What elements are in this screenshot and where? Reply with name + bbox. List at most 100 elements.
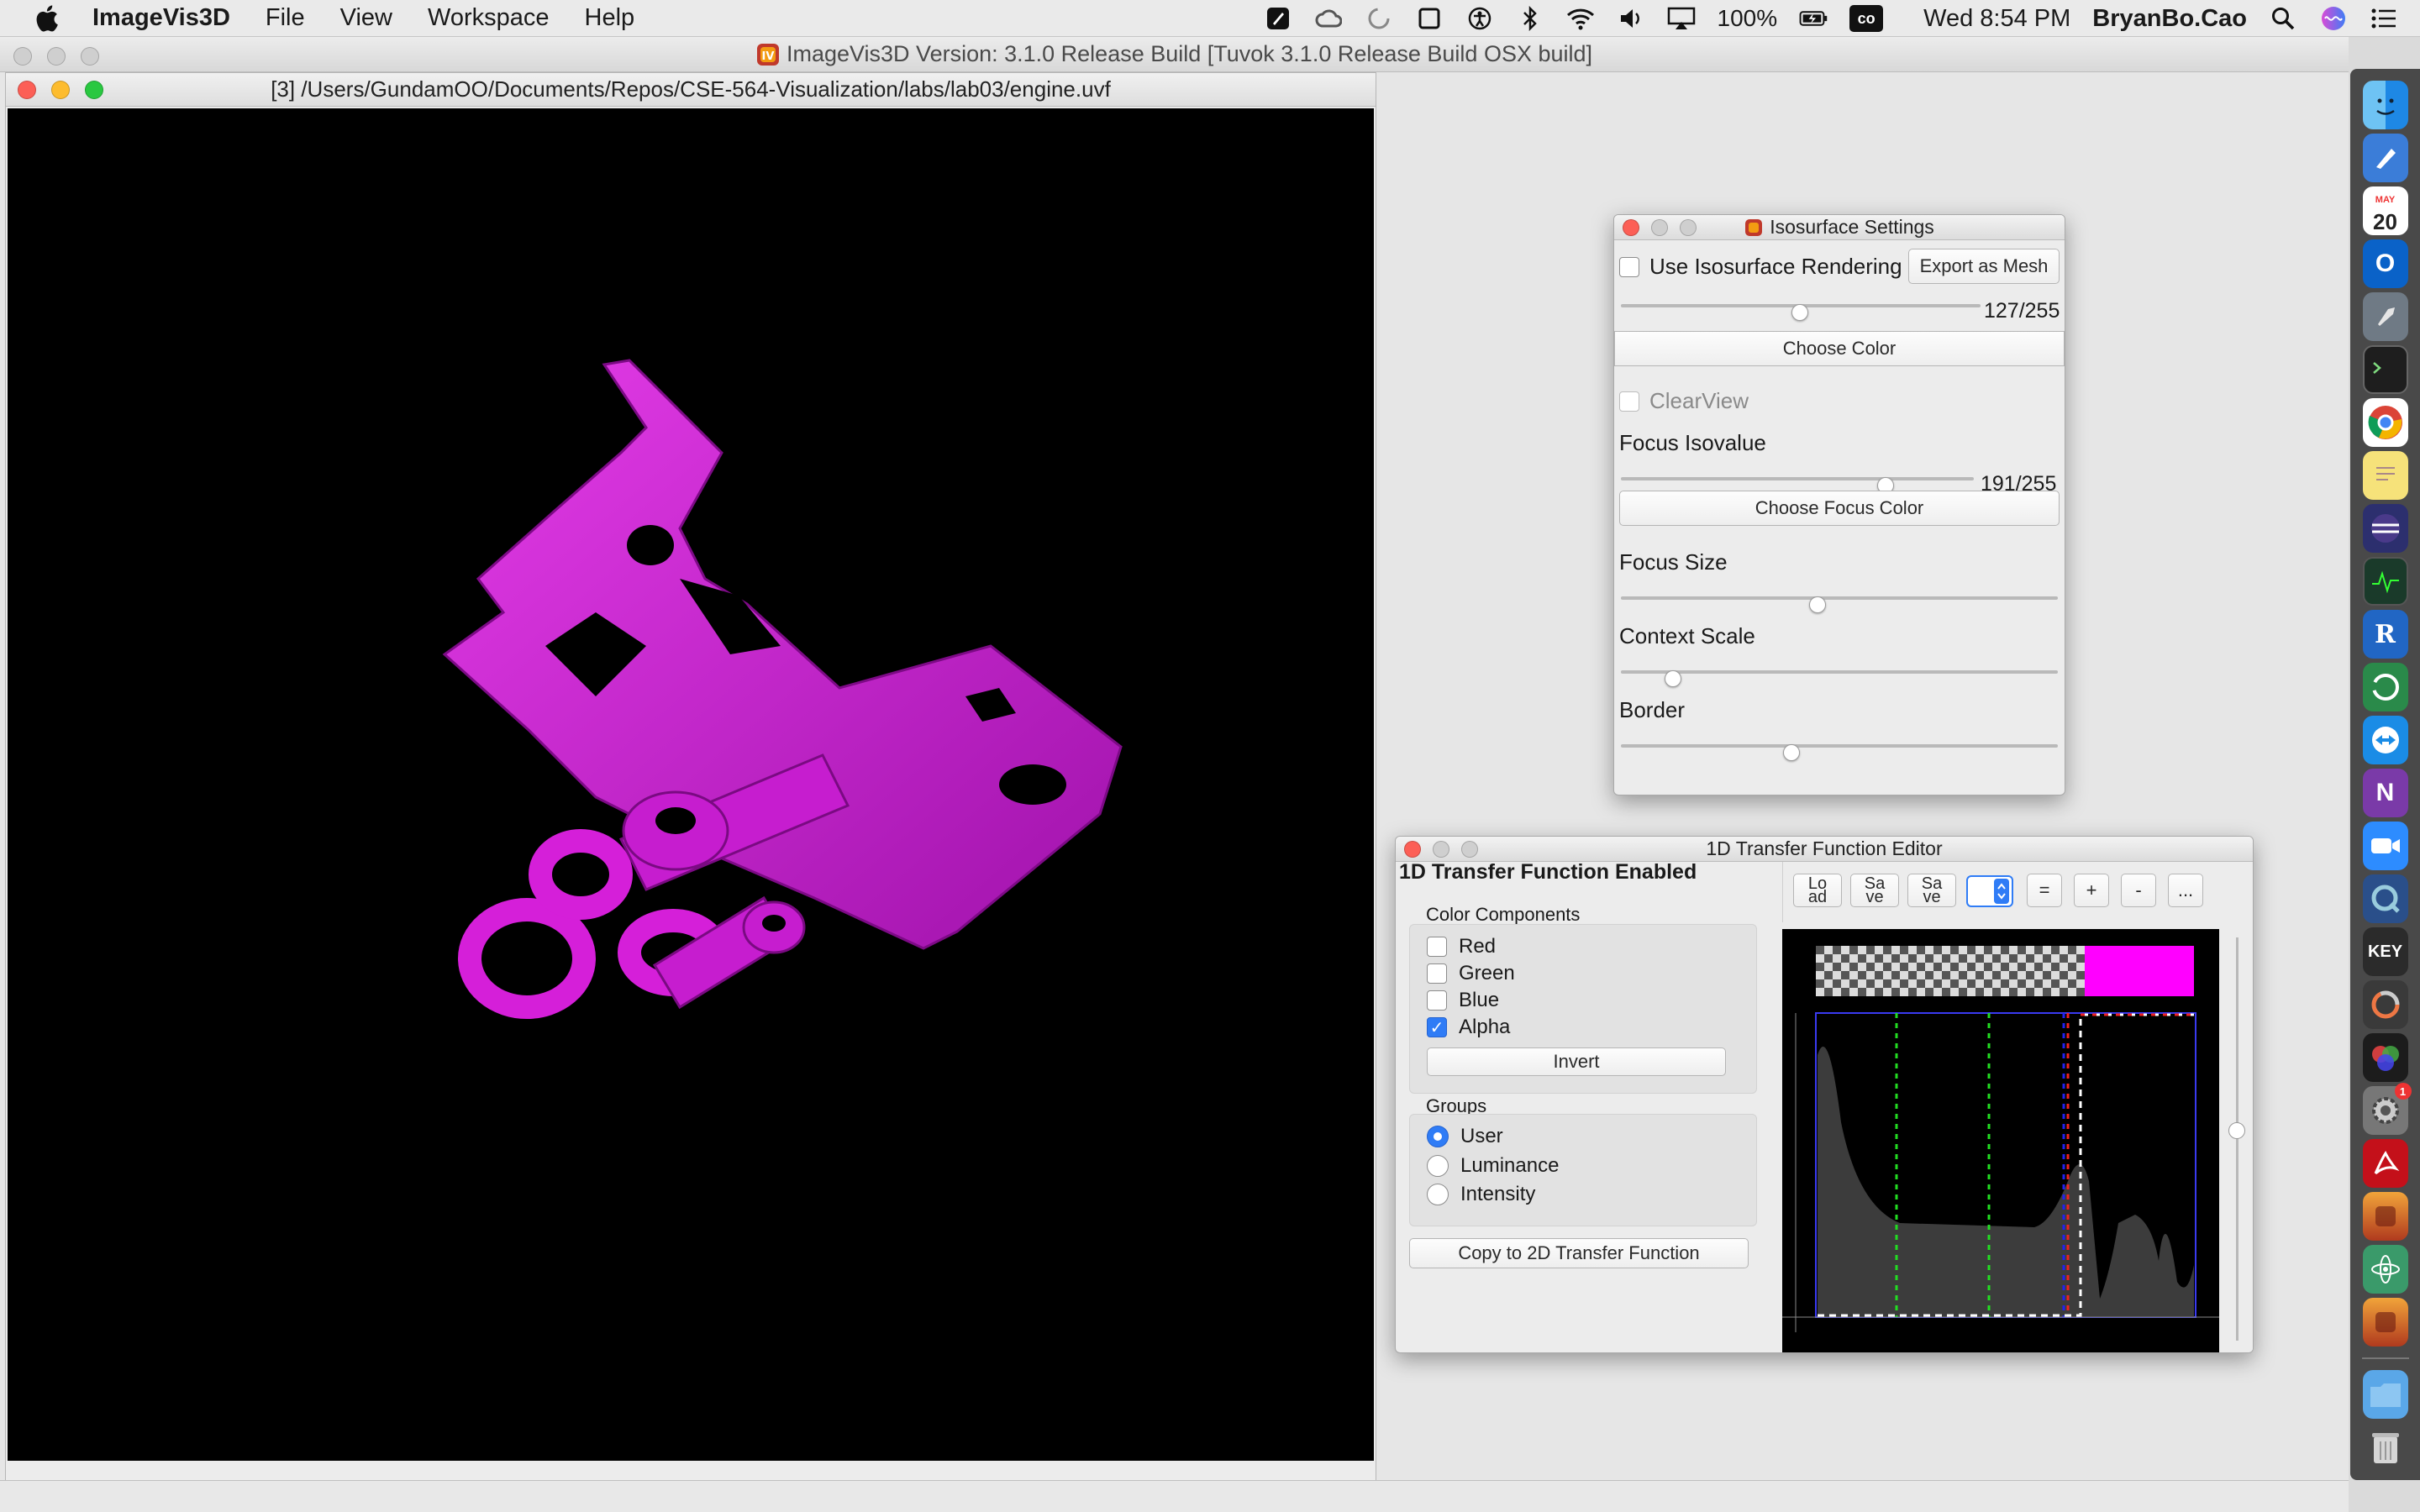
system-preferences-icon[interactable]: 1 [2362,1083,2412,1135]
focus-size-label: Focus Size [1619,549,1728,575]
save-as-button[interactable]: Sa ve [1907,874,1956,907]
red-checkbox[interactable] [1427,937,1447,957]
render-window-titlebar[interactable]: [3] /Users/GundamOO/Documents/Repos/CSE-… [6,73,1376,107]
sync-icon[interactable] [1365,6,1393,31]
r-studio-icon[interactable]: R [2362,610,2408,659]
stickies-icon[interactable] [2362,451,2408,500]
menu-view[interactable]: View [340,4,392,32]
zoom-out-button[interactable]: - [2121,874,2156,907]
sync-app-icon[interactable] [2362,663,2408,711]
minimize-button[interactable] [47,47,66,66]
onenote-icon[interactable]: N [2362,769,2408,817]
volume-icon[interactable] [1617,6,1645,31]
equalize-button[interactable]: = [2027,874,2062,907]
render-zoom-button[interactable] [85,81,103,99]
tf-scroll-thumb[interactable] [2228,1122,2245,1139]
luminance-radio[interactable] [1427,1155,1449,1177]
menu-file[interactable]: File [266,4,305,32]
calendar-icon[interactable]: MAY 20 [2362,186,2408,235]
bluetooth-icon[interactable] [1516,6,1544,31]
tf-canvas[interactable] [1782,929,2219,1352]
invert-button[interactable]: Invert [1427,1047,1726,1076]
component-row-alpha: ✓ Alpha [1427,1014,1515,1041]
copy-to-2d-tf-button[interactable]: Copy to 2D Transfer Function [1409,1238,1749,1268]
outlook-icon[interactable]: O [2362,239,2408,288]
keyboard-layout-icon[interactable]: co [1849,5,1884,32]
notes-pen-icon[interactable] [2362,134,2408,182]
tf-editor-close-button[interactable] [1404,841,1421,858]
chrome-icon[interactable] [2362,398,2408,447]
menu-help[interactable]: Help [585,4,635,32]
groups-group: User Luminance Intensity [1409,1114,1757,1226]
imagevis3d-dock-icon[interactable] [2362,1192,2408,1241]
blue-checkbox[interactable] [1427,990,1447,1011]
activity-monitor-icon[interactable] [2362,557,2408,606]
dropzone-icon[interactable] [1264,6,1292,31]
isosurface-dialog-titlebar[interactable]: Isosurface Settings [1614,215,2065,240]
render-close-button[interactable] [18,81,36,99]
main-window-titlebar[interactable]: IV ImageVis3D Version: 3.1.0 Release Bui… [0,37,2349,72]
airplay-icon[interactable] [1667,6,1696,31]
tf-editor-traffic-lights [1404,841,1478,858]
tf-vertical-scroll[interactable] [2221,929,2253,1352]
zoom-in-button[interactable]: + [2074,874,2109,907]
accessibility-icon[interactable] [1465,6,1494,31]
isosurface-minimize-button[interactable] [1651,219,1668,236]
notification-center-icon[interactable] [2370,6,2398,31]
close-button[interactable] [13,47,32,66]
istat-icon[interactable] [2362,980,2408,1029]
creative-cloud-icon[interactable] [1314,6,1343,31]
finder-icon[interactable] [2362,81,2408,129]
color-ui-icon[interactable] [2362,1033,2408,1082]
atom-icon[interactable] [2362,1245,2408,1294]
teamviewer-icon[interactable] [2362,716,2408,764]
focus-size-slider-thumb[interactable] [1809,596,1826,613]
intensity-radio[interactable] [1427,1184,1449,1205]
eclipse-icon[interactable] [2362,504,2408,553]
battery-icon[interactable] [1799,6,1828,31]
updown-arrows-icon [1994,879,2009,904]
user-radio[interactable] [1427,1126,1449,1147]
tf-preset-dropdown[interactable] [1966,875,2013,907]
green-checkbox[interactable] [1427,963,1447,984]
save-button[interactable]: Sa ve [1850,874,1899,907]
terminal-icon[interactable] [2362,345,2408,394]
menu-workspace[interactable]: Workspace [428,4,550,32]
apple-menu-icon[interactable] [34,4,59,33]
menu-bar: ImageVis3D File View Workspace Help 100%… [0,0,2420,37]
isosurface-zoom-button[interactable] [1680,219,1697,236]
menu-app-name[interactable]: ImageVis3D [92,4,230,32]
keynote-icon[interactable]: KEY [2362,927,2408,976]
tf-editor-minimize-button[interactable] [1433,841,1449,858]
menu-clock[interactable]: Wed 8:54 PM [1923,5,2070,33]
imagevis3d-dock-icon-2[interactable] [2362,1298,2408,1347]
wifi-icon[interactable] [1566,6,1595,31]
zoom-button[interactable] [81,47,99,66]
border-slider-thumb[interactable] [1782,744,1800,761]
export-as-mesh-button[interactable]: Export as Mesh [1908,249,2060,284]
tf-editor-zoom-button[interactable] [1461,841,1478,858]
downloads-folder-icon[interactable] [2362,1370,2408,1419]
clearview-checkbox[interactable] [1619,391,1639,412]
render-minimize-button[interactable] [51,81,70,99]
launchpad-rocket-icon[interactable] [2362,292,2408,341]
siri-icon[interactable] [2319,6,2348,31]
acrobat-icon[interactable] [2362,1139,2408,1188]
window-icon[interactable] [1415,6,1444,31]
isovalue-slider-thumb[interactable] [1791,304,1809,321]
render-viewport[interactable] [8,108,1374,1461]
spotlight-search-icon[interactable] [2269,6,2297,31]
alpha-checkbox[interactable]: ✓ [1427,1017,1447,1037]
context-scale-slider-thumb[interactable] [1665,670,1682,687]
isosurface-close-button[interactable] [1623,219,1639,236]
menu-user[interactable]: BryanBo.Cao [2092,5,2247,33]
choose-color-button[interactable]: Choose Color [1614,331,2065,366]
quicktime-icon[interactable] [2362,874,2408,923]
use-isosurface-checkbox[interactable] [1619,256,1639,277]
more-options-button[interactable]: ... [2168,874,2203,907]
zoom-app-icon[interactable] [2362,822,2408,870]
tf-editor-titlebar[interactable]: 1D Transfer Function Editor [1396,837,2253,862]
choose-focus-color-button[interactable]: Choose Focus Color [1619,491,2060,526]
trash-icon[interactable] [2363,1423,2408,1472]
load-button[interactable]: Lo ad [1793,874,1842,907]
